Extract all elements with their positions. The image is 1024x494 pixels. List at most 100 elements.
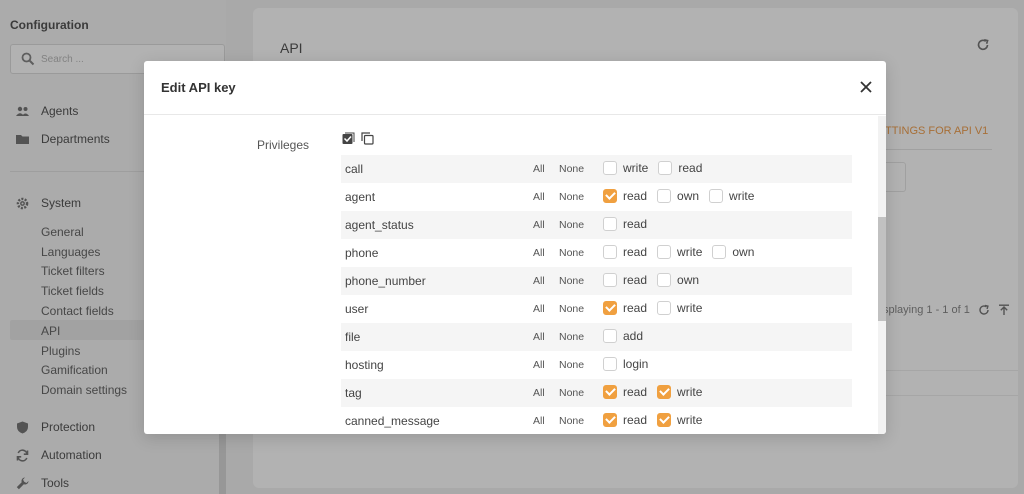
permission-read[interactable]: read [603,413,647,427]
permission-label: read [623,273,648,287]
permission-checkbox[interactable] [603,273,617,287]
permission-label: write [677,245,703,259]
select-all-link[interactable]: All [533,275,545,287]
permission-write[interactable]: write [709,189,754,203]
permission-checkbox[interactable] [603,161,617,175]
permission-own[interactable]: own [657,273,699,287]
select-all-link[interactable]: All [533,359,545,371]
privilege-row: file All None add [341,323,852,351]
permission-group: add [603,329,653,343]
permission-write[interactable]: write [657,245,702,259]
select-all-link[interactable]: All [533,219,545,231]
privilege-name: phone_number [345,274,426,288]
select-none-link[interactable]: None [559,163,584,175]
permission-checkbox[interactable] [603,329,617,343]
select-none-link[interactable]: None [559,331,584,343]
privilege-name: call [345,162,364,176]
permission-label: write [677,413,703,427]
privileges-label: Privileges [257,138,310,152]
permission-group: read write [603,301,712,315]
permission-read[interactable]: read [603,245,647,259]
permission-checkbox[interactable] [712,245,727,259]
dialog-scrollbar-thumb[interactable] [878,217,886,321]
select-none-link[interactable]: None [559,191,584,203]
privilege-row: phone All None read write own [341,239,852,267]
privilege-name: agent [345,190,376,204]
privilege-row: tag All None read write [341,379,852,407]
dialog-title: Edit API key [161,80,236,95]
privilege-name: tag [345,386,362,400]
permission-checkbox[interactable] [657,189,672,203]
privilege-row: canned_message All None read write [341,407,852,434]
permission-label: own [677,189,700,203]
permission-group: read write [603,413,712,427]
select-none-link[interactable]: None [559,415,584,427]
select-none-link[interactable]: None [559,387,584,399]
permission-write[interactable]: write [657,385,702,399]
select-all-link[interactable]: All [533,191,545,203]
permission-read[interactable]: read [603,273,647,287]
permission-read[interactable]: read [603,189,647,203]
privilege-name: hosting [345,358,384,372]
permission-group: read own write [603,189,764,203]
select-none-link[interactable]: None [559,359,584,371]
permission-checkbox[interactable] [657,385,672,399]
permission-checkbox[interactable] [658,161,673,175]
permission-checkbox[interactable] [603,357,617,371]
permission-write[interactable]: write [603,161,648,175]
permission-label: read [623,385,648,399]
select-all-link[interactable]: All [533,415,545,427]
permission-checkbox[interactable] [657,273,672,287]
permission-label: own [677,273,700,287]
select-all-link[interactable]: All [533,303,545,315]
check-all-icon[interactable] [342,132,355,145]
permission-read[interactable]: read [603,301,647,315]
permission-label: read [623,301,648,315]
permission-write[interactable]: write [657,301,702,315]
permission-read[interactable]: read [603,217,647,231]
select-all-link[interactable]: All [533,247,545,259]
dialog-header: Edit API key [144,61,886,115]
permission-read[interactable]: read [603,385,647,399]
select-none-link[interactable]: None [559,219,584,231]
select-all-link[interactable]: All [533,331,545,343]
permission-label: own [732,245,755,259]
permission-checkbox[interactable] [603,301,617,315]
permission-checkbox[interactable] [657,301,672,315]
permission-checkbox[interactable] [603,413,617,427]
privilege-name: user [345,302,369,316]
permission-group: login [603,357,658,371]
permission-own[interactable]: own [712,245,754,259]
privilege-row: user All None read write [341,295,852,323]
permission-label: write [729,189,755,203]
privilege-row: call All None write read [341,155,852,183]
select-none-link[interactable]: None [559,303,584,315]
close-icon[interactable] [858,79,874,95]
permission-write[interactable]: write [657,413,702,427]
permission-checkbox[interactable] [657,413,672,427]
permission-checkbox[interactable] [657,245,672,259]
permission-label: login [623,357,649,371]
permission-checkbox[interactable] [603,385,617,399]
permission-checkbox[interactable] [603,217,617,231]
copy-icon[interactable] [361,132,374,145]
permission-login[interactable]: login [603,357,648,371]
permission-label: read [623,217,648,231]
privilege-name: phone [345,246,379,260]
permission-checkbox[interactable] [603,245,617,259]
permission-checkbox[interactable] [603,189,617,203]
select-none-link[interactable]: None [559,275,584,287]
privilege-row: agent_status All None read [341,211,852,239]
permission-own[interactable]: own [657,189,699,203]
privilege-row: agent All None read own write [341,183,852,211]
permission-read[interactable]: read [658,161,702,175]
permission-label: write [677,385,703,399]
permission-label: read [623,189,648,203]
select-all-link[interactable]: All [533,387,545,399]
select-all-link[interactable]: All [533,163,545,175]
permission-checkbox[interactable] [709,189,724,203]
permission-add[interactable]: add [603,329,643,343]
select-none-link[interactable]: None [559,247,584,259]
permission-group: read write [603,385,712,399]
permission-label: read [623,245,648,259]
